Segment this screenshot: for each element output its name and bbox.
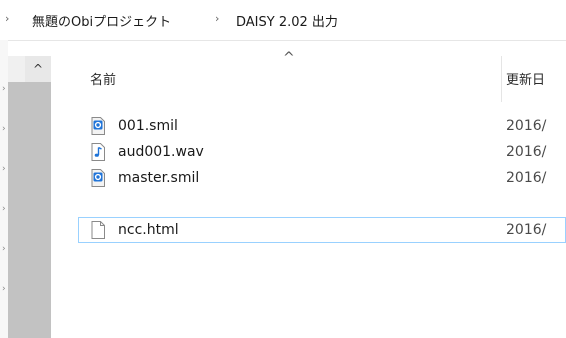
sort-ascending-icon: ^ [283, 50, 295, 66]
file-date: 2016/ [506, 118, 547, 134]
column-header-name[interactable]: 名前 [90, 69, 116, 88]
expand-chevron-icon[interactable]: › [2, 164, 6, 174]
breadcrumb-item-project[interactable]: 無題のObiプロジェクト [32, 11, 171, 30]
navigation-pane-edge: › › › › › › [0, 40, 8, 338]
blank-document-icon [91, 221, 105, 239]
file-row[interactable]: aud001.wav 2016/ [78, 139, 566, 165]
expand-chevron-icon[interactable]: › [2, 244, 6, 254]
expand-chevron-icon[interactable]: › [2, 84, 6, 94]
column-header-date-modified[interactable]: 更新日 [506, 69, 545, 88]
smil-file-icon [91, 117, 105, 135]
file-name: aud001.wav [118, 144, 204, 160]
file-name: master.smil [118, 170, 200, 186]
file-name: 001.smil [118, 118, 178, 134]
file-row[interactable]: 001.smil 2016/ [78, 113, 566, 139]
column-divider[interactable] [501, 56, 502, 102]
breadcrumb-separator-icon[interactable]: › [215, 12, 219, 25]
expand-chevron-icon[interactable]: › [2, 204, 6, 214]
breadcrumb-separator-icon[interactable]: › [5, 12, 9, 25]
file-date: 2016/ [506, 222, 547, 238]
audio-file-icon [91, 143, 105, 161]
vertical-scrollbar-thumb[interactable] [8, 82, 51, 338]
expand-chevron-icon[interactable]: › [2, 124, 6, 134]
file-date: 2016/ [506, 170, 547, 186]
scroll-up-arrow-icon[interactable]: ^ [25, 56, 51, 82]
smil-file-icon [91, 169, 105, 187]
file-row[interactable]: master.smil 2016/ [78, 165, 566, 191]
address-breadcrumb-bar: › 無題のObiプロジェクト › DAISY 2.02 出力 [0, 0, 566, 41]
file-date: 2016/ [506, 144, 547, 160]
breadcrumb-item-output[interactable]: DAISY 2.02 出力 [236, 11, 338, 30]
file-name: ncc.html [118, 222, 179, 238]
file-row-selected[interactable]: ncc.html 2016/ [78, 217, 566, 243]
expand-chevron-icon[interactable]: › [2, 284, 6, 294]
